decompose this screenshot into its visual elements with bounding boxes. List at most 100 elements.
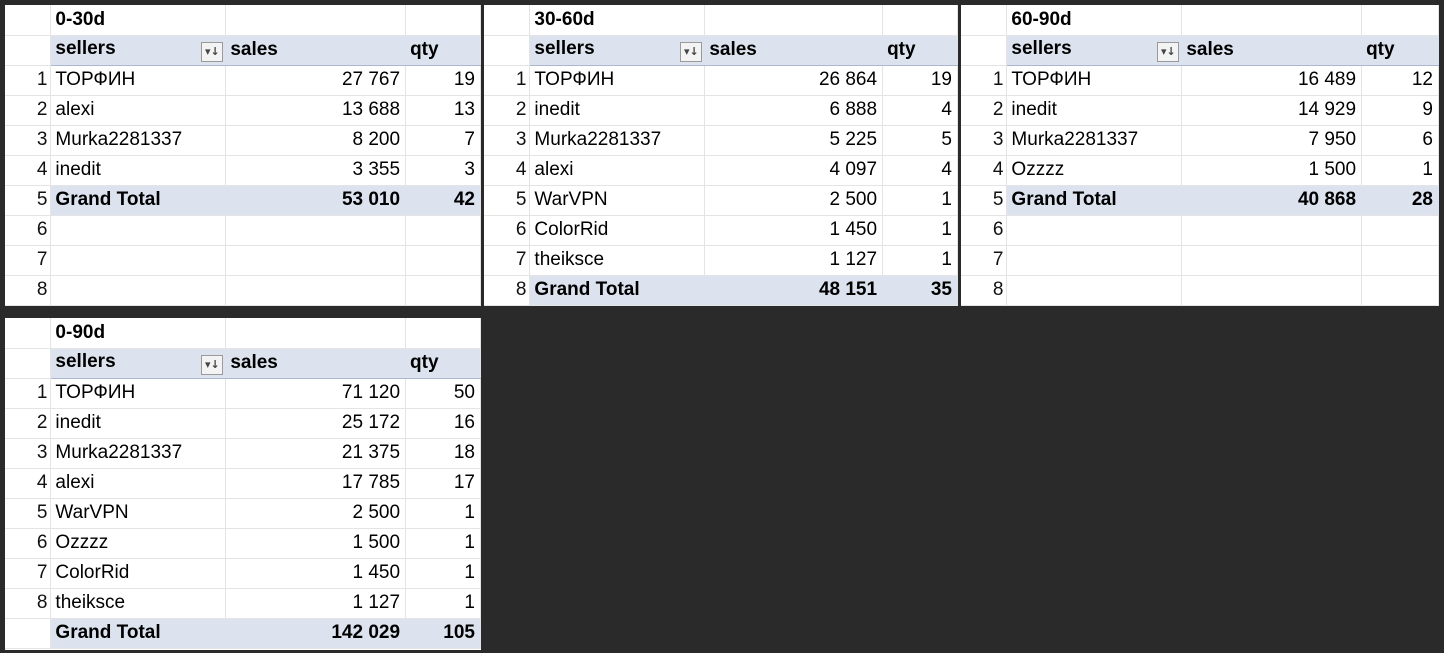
qty-cell[interactable]: 4 [882,95,958,126]
sort-filter-icon[interactable]: ▾↓ [680,42,703,62]
empty-cell[interactable] [405,245,481,276]
grand-total-qty[interactable]: 105 [405,617,481,649]
sales-header[interactable]: sales [225,35,407,66]
empty-cell[interactable] [405,318,481,349]
empty-cell[interactable] [1361,5,1439,36]
grand-total-qty[interactable]: 35 [882,274,958,306]
qty-cell[interactable]: 5 [882,125,958,156]
empty-cell[interactable] [1181,5,1363,36]
sales-cell[interactable]: 6 888 [704,95,884,126]
sales-cell[interactable]: 13 688 [225,95,407,126]
sales-cell[interactable]: 1 127 [704,245,884,276]
seller-cell[interactable]: ТОРФИН [529,65,706,96]
qty-cell[interactable]: 1 [405,498,481,529]
seller-cell[interactable]: inedit [50,155,227,186]
qty-cell[interactable]: 1 [405,528,481,559]
sales-cell[interactable]: 16 489 [1181,65,1363,96]
seller-cell[interactable]: alexi [50,95,227,126]
seller-cell[interactable]: inedit [529,95,706,126]
qty-cell[interactable]: 1 [882,185,958,216]
qty-cell[interactable]: 18 [405,438,481,469]
grand-total-sales[interactable]: 53 010 [225,184,407,216]
qty-cell[interactable]: 12 [1361,65,1439,96]
seller-cell[interactable]: inedit [1006,95,1183,126]
sellers-header[interactable]: ▾↓ sellers [1006,35,1183,66]
empty-cell[interactable] [50,245,227,276]
qty-cell[interactable]: 50 [405,378,481,409]
seller-cell[interactable]: ColorRid [529,215,706,246]
grand-total-label[interactable]: Grand Total [1006,184,1183,216]
sales-cell[interactable]: 5 225 [704,125,884,156]
seller-cell[interactable]: Murka2281337 [50,125,227,156]
sales-cell[interactable]: 3 355 [225,155,407,186]
seller-cell[interactable]: alexi [50,468,227,499]
sales-cell[interactable]: 1 500 [225,528,407,559]
grand-total-label[interactable]: Grand Total [50,617,227,649]
empty-cell[interactable] [225,215,407,246]
qty-header[interactable]: qty [882,35,958,66]
sort-filter-icon[interactable]: ▾↓ [201,355,224,375]
empty-cell[interactable] [1361,245,1439,276]
sales-cell[interactable]: 27 767 [225,65,407,96]
seller-cell[interactable]: ColorRid [50,558,227,589]
sales-cell[interactable]: 1 450 [225,558,407,589]
qty-cell[interactable]: 1 [882,215,958,246]
seller-cell[interactable]: ТОРФИН [50,378,227,409]
empty-cell[interactable] [225,275,407,306]
qty-cell[interactable]: 3 [405,155,481,186]
seller-cell[interactable]: ТОРФИН [1006,65,1183,96]
qty-cell[interactable]: 1 [405,588,481,619]
sellers-header[interactable]: ▾↓ sellers [50,348,227,379]
sales-cell[interactable]: 1 127 [225,588,407,619]
sales-header[interactable]: sales [225,348,407,379]
grand-total-qty[interactable]: 28 [1361,184,1439,216]
qty-cell[interactable]: 13 [405,95,481,126]
sellers-header[interactable]: ▾↓ sellers [529,35,706,66]
empty-cell[interactable] [1181,275,1363,306]
empty-cell[interactable] [405,275,481,306]
empty-cell[interactable] [225,318,407,349]
qty-cell[interactable]: 4 [882,155,958,186]
qty-cell[interactable]: 7 [405,125,481,156]
grand-total-sales[interactable]: 40 868 [1181,184,1363,216]
seller-cell[interactable]: Murka2281337 [1006,125,1183,156]
sales-cell[interactable]: 1 500 [1181,155,1363,186]
empty-cell[interactable] [1181,215,1363,246]
empty-cell[interactable] [50,215,227,246]
seller-cell[interactable]: theiksce [50,588,227,619]
seller-cell[interactable]: theiksce [529,245,706,276]
sales-cell[interactable]: 17 785 [225,468,407,499]
qty-cell[interactable]: 19 [405,65,481,96]
sales-header[interactable]: sales [704,35,884,66]
qty-cell[interactable]: 1 [1361,155,1439,186]
seller-cell[interactable]: WarVPN [529,185,706,216]
seller-cell[interactable]: Murka2281337 [529,125,706,156]
empty-cell[interactable] [225,5,407,36]
sales-cell[interactable]: 8 200 [225,125,407,156]
seller-cell[interactable]: inedit [50,408,227,439]
qty-header[interactable]: qty [405,35,481,66]
sales-cell[interactable]: 71 120 [225,378,407,409]
sales-cell[interactable]: 21 375 [225,438,407,469]
grand-total-label[interactable]: Grand Total [50,184,227,216]
empty-cell[interactable] [405,215,481,246]
seller-cell[interactable]: alexi [529,155,706,186]
empty-cell[interactable] [50,275,227,306]
sort-filter-icon[interactable]: ▾↓ [1157,42,1180,62]
qty-cell[interactable]: 19 [882,65,958,96]
sales-cell[interactable]: 2 500 [704,185,884,216]
sort-filter-icon[interactable]: ▾↓ [201,42,224,62]
qty-cell[interactable]: 1 [882,245,958,276]
qty-header[interactable]: qty [1361,35,1439,66]
sales-cell[interactable]: 7 950 [1181,125,1363,156]
seller-cell[interactable]: Murka2281337 [50,438,227,469]
grand-total-sales[interactable]: 48 151 [704,274,884,306]
sales-cell[interactable]: 25 172 [225,408,407,439]
qty-cell[interactable]: 1 [405,558,481,589]
sales-cell[interactable]: 1 450 [704,215,884,246]
qty-header[interactable]: qty [405,348,481,379]
qty-cell[interactable]: 16 [405,408,481,439]
seller-cell[interactable]: ТОРФИН [50,65,227,96]
seller-cell[interactable]: Ozzzz [1006,155,1183,186]
sales-header[interactable]: sales [1181,35,1363,66]
